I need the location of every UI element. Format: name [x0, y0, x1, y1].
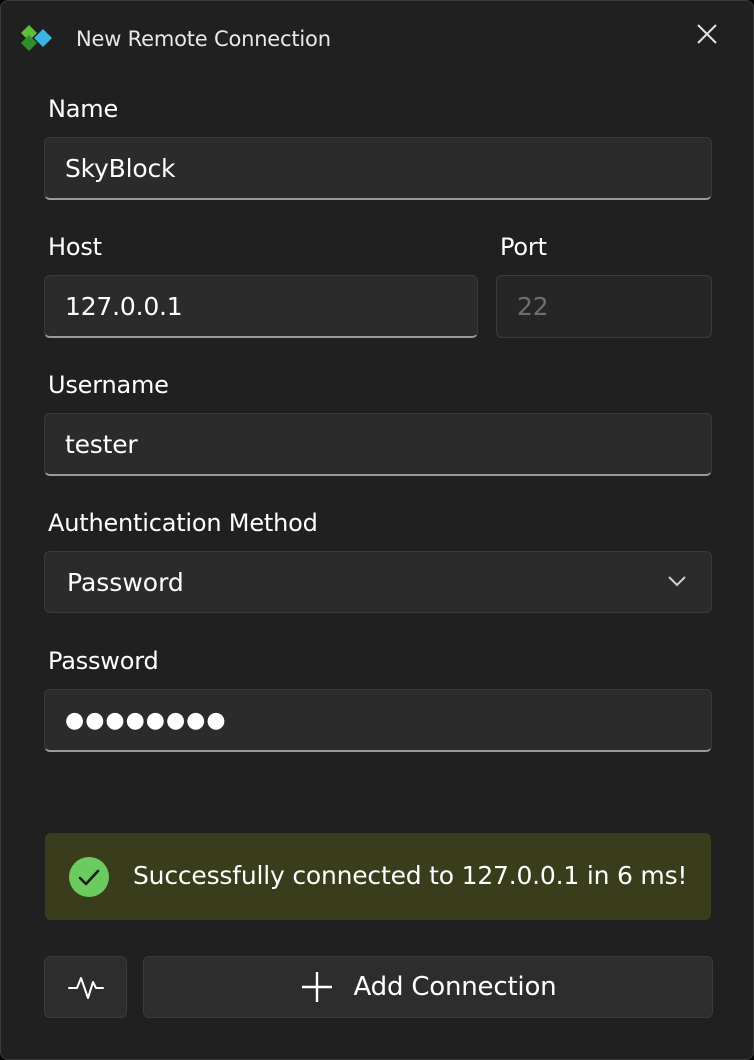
username-input[interactable]: tester — [44, 413, 712, 476]
test-connection-button[interactable] — [44, 956, 127, 1018]
title-bar: New Remote Connection — [1, 1, 753, 79]
host-input[interactable]: 127.0.0.1 — [44, 275, 478, 338]
add-connection-button[interactable]: Add Connection — [143, 956, 713, 1018]
auth-method-selected: Password — [67, 567, 184, 597]
name-input-value: SkyBlock — [65, 153, 176, 183]
name-label: Name — [48, 95, 119, 123]
window-title: New Remote Connection — [76, 27, 331, 51]
port-label: Port — [500, 233, 547, 261]
check-circle-icon — [69, 857, 109, 897]
host-input-value: 127.0.0.1 — [65, 291, 183, 321]
host-label: Host — [48, 233, 102, 261]
password-input[interactable]: ●●●●●●●● — [44, 689, 712, 752]
chevron-down-icon — [668, 576, 686, 587]
username-label: Username — [48, 371, 169, 399]
name-input[interactable]: SkyBlock — [44, 137, 712, 200]
pulse-icon — [67, 977, 104, 999]
close-button[interactable] — [683, 13, 731, 55]
app-logo-icon — [21, 25, 52, 51]
auth-method-label: Authentication Method — [48, 509, 318, 537]
plus-icon — [300, 970, 334, 1004]
auth-method-select[interactable]: Password — [44, 551, 712, 613]
port-input[interactable]: 22 — [496, 275, 712, 338]
connection-status-message: Successfully connected to 127.0.0.1 in 6… — [133, 861, 688, 890]
username-input-value: tester — [65, 429, 138, 459]
password-label: Password — [48, 647, 159, 675]
add-connection-label: Add Connection — [353, 972, 557, 1002]
new-remote-connection-dialog: New Remote Connection Name SkyBlock Host… — [0, 0, 754, 1060]
password-input-masked: ●●●●●●●● — [65, 707, 227, 733]
connection-status-banner: Successfully connected to 127.0.0.1 in 6… — [45, 833, 711, 920]
close-icon — [697, 24, 717, 44]
port-input-placeholder: 22 — [517, 292, 549, 321]
